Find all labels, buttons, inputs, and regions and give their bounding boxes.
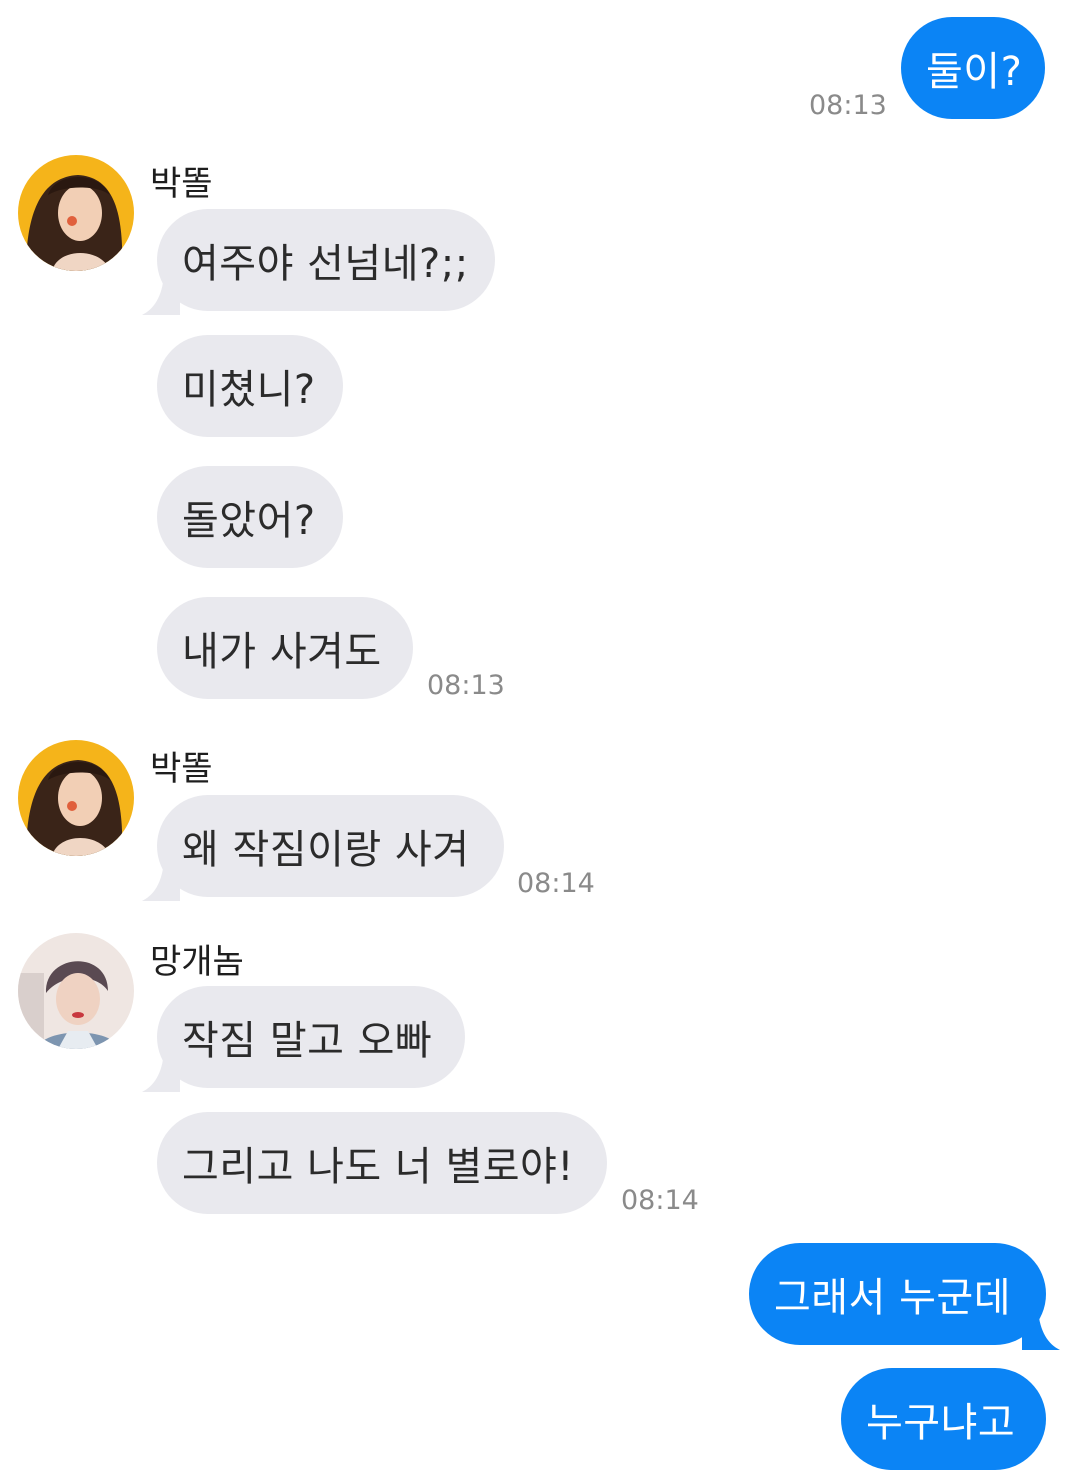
message-text: 그리고 나도 너 별로야! — [182, 1144, 574, 1190]
message-text: 왜 작짐이랑 사겨 — [182, 827, 470, 873]
message-text: 미쳤니? — [182, 367, 316, 413]
message-timestamp: 08:14 — [517, 868, 595, 899]
message-timestamp: 08:13 — [809, 90, 887, 121]
message-text: 돌았어? — [182, 498, 316, 544]
avatar-photo-man-icon — [18, 933, 134, 1049]
incoming-message-bubble[interactable]: 돌았어? — [157, 466, 343, 568]
message-text: 그래서 누군데 — [774, 1275, 1012, 1321]
sender-name: 박똘 — [150, 164, 213, 204]
message-timestamp: 08:13 — [427, 670, 505, 701]
message-text: 둘이? — [926, 49, 1023, 95]
message-text: 내가 사겨도 — [182, 629, 382, 675]
sender-avatar[interactable] — [18, 740, 134, 856]
incoming-message-bubble[interactable]: 내가 사겨도 — [157, 597, 413, 699]
outgoing-message-bubble[interactable]: 누구냐고 — [841, 1368, 1046, 1470]
sender-avatar[interactable] — [18, 155, 134, 271]
avatar-photo-woman-icon — [18, 155, 134, 271]
incoming-message-bubble[interactable]: 미쳤니? — [157, 335, 343, 437]
avatar-photo-woman-icon — [18, 740, 134, 856]
incoming-message-bubble[interactable]: 작짐 말고 오빠 — [157, 986, 465, 1088]
message-text: 여주야 선넘네?;; — [182, 241, 469, 287]
outgoing-message-bubble[interactable]: 둘이? — [901, 17, 1045, 119]
message-timestamp: 08:14 — [621, 1185, 699, 1216]
message-text: 작짐 말고 오빠 — [182, 1018, 433, 1064]
chat-thread[interactable]: 둘이? 08:13 박똘 여주야 선넘네?;; 미쳤니? 돌았어? 내가 사겨도… — [0, 0, 1080, 1483]
sender-avatar[interactable] — [18, 933, 134, 1049]
incoming-message-bubble[interactable]: 왜 작짐이랑 사겨 — [157, 795, 504, 897]
incoming-message-bubble[interactable]: 그리고 나도 너 별로야! — [157, 1112, 607, 1214]
sender-name: 박똘 — [150, 749, 213, 789]
outgoing-message-bubble[interactable]: 그래서 누군데 — [749, 1243, 1046, 1345]
message-text: 누구냐고 — [866, 1400, 1016, 1446]
sender-name: 망개놈 — [150, 942, 244, 982]
incoming-message-bubble[interactable]: 여주야 선넘네?;; — [157, 209, 495, 311]
